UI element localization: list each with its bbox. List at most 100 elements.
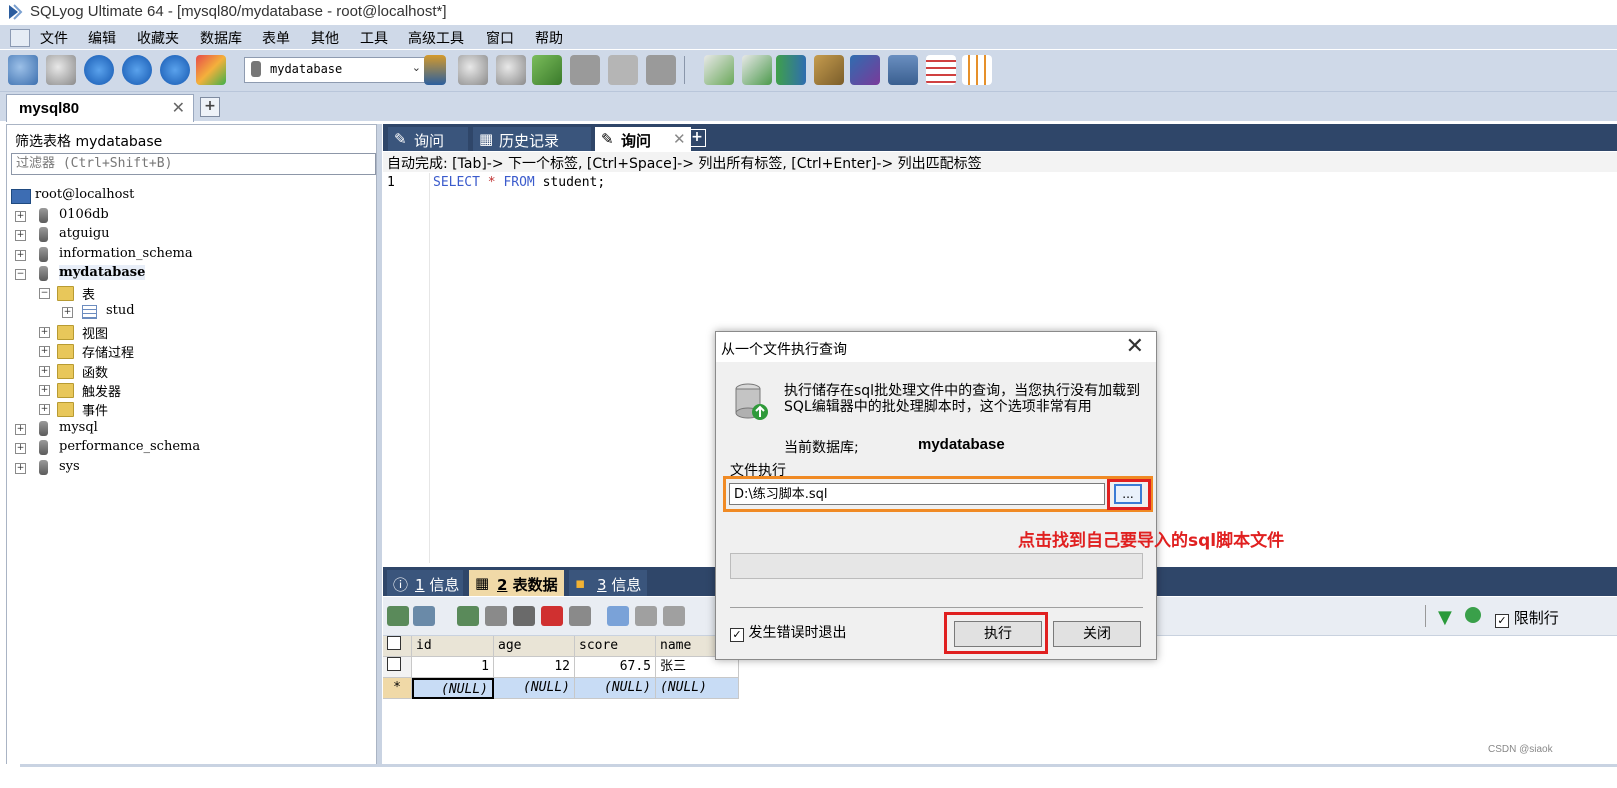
execute-edit-icon[interactable] xyxy=(160,55,190,85)
migration-icon[interactable] xyxy=(814,55,844,85)
add-query-tab-icon[interactable]: + xyxy=(688,129,706,147)
tab-messages-3[interactable]: ▪ 3 信息 xyxy=(569,570,647,596)
menu-help[interactable]: 帮助 xyxy=(535,28,563,48)
folder-icon xyxy=(57,286,74,301)
menu-favorites[interactable]: 收藏夹 xyxy=(137,28,179,48)
expand-icon[interactable]: + xyxy=(39,366,50,377)
tab-table-data[interactable]: ▦ 2 表数据 xyxy=(469,570,564,596)
menu-doc-icon[interactable] xyxy=(10,29,30,47)
collapse-icon[interactable]: − xyxy=(15,269,26,280)
form-view-icon[interactable] xyxy=(635,606,657,626)
connection-tab[interactable]: mysql80 ✕ xyxy=(6,94,194,122)
menu-bar: 文件 编辑 收藏夹 数据库 表单 其他 工具 高级工具 窗口 帮助 xyxy=(0,25,1617,49)
menu-database[interactable]: 数据库 xyxy=(200,28,242,48)
file-path-input[interactable]: D:\练习脚本.sql xyxy=(729,483,1105,505)
limit-rows-checkbox[interactable]: ✓ 限制行 xyxy=(1495,607,1559,628)
insert-row-icon[interactable] xyxy=(387,606,409,626)
restore-icon[interactable] xyxy=(496,55,526,85)
table-cell[interactable]: (NULL) xyxy=(656,678,739,699)
row-checkbox[interactable] xyxy=(383,657,412,678)
menu-table[interactable]: 表单 xyxy=(262,28,290,48)
menu-file[interactable]: 文件 xyxy=(40,28,68,48)
dialog-title-bar: 从一个文件执行查询 ✕ xyxy=(716,332,1156,362)
add-row-icon[interactable] xyxy=(457,606,479,626)
close-icon[interactable]: ✕ xyxy=(673,130,686,148)
expand-icon[interactable]: + xyxy=(62,307,73,318)
table-cell[interactable]: 67.5 xyxy=(575,657,656,678)
expand-icon[interactable]: + xyxy=(15,463,26,474)
menu-advanced-tools[interactable]: 高级工具 xyxy=(408,28,464,48)
close-icon[interactable]: ✕ xyxy=(172,98,185,117)
execute-button[interactable]: 执行 xyxy=(954,621,1042,647)
schema-designer-icon[interactable] xyxy=(962,55,992,85)
import-icon[interactable] xyxy=(532,55,562,85)
expand-icon[interactable]: + xyxy=(39,385,50,396)
notifications-icon[interactable] xyxy=(888,55,918,85)
table-cell[interactable]: 张三 xyxy=(656,657,739,678)
collapse-icon[interactable]: − xyxy=(39,288,50,299)
database-select[interactable]: mydatabase ⌄ xyxy=(244,57,428,83)
text-view-icon[interactable] xyxy=(646,55,676,85)
column-header-score[interactable]: score xyxy=(575,636,656,657)
tab-query-1[interactable]: ✎ 询问 xyxy=(388,127,468,151)
table-cell[interactable]: (NULL) xyxy=(494,678,575,699)
cancel-changes-icon[interactable] xyxy=(569,606,591,626)
column-header-age[interactable]: age xyxy=(494,636,575,657)
tab-query-active[interactable]: ✎ 询问 ✕ xyxy=(595,127,691,151)
query-builder-icon[interactable] xyxy=(926,55,956,85)
filter-icon[interactable]: ▼ xyxy=(1438,607,1452,628)
add-connection-icon[interactable]: + xyxy=(200,97,220,117)
text-view-icon[interactable] xyxy=(663,606,685,626)
execute-all-icon[interactable] xyxy=(122,55,152,85)
stop-icon[interactable] xyxy=(196,55,226,85)
table-view-icon[interactable] xyxy=(570,55,600,85)
stop-on-error-checkbox[interactable]: ✓ 发生错误时退出 xyxy=(730,622,846,642)
panel-splitter[interactable] xyxy=(377,124,382,764)
data-sync-icon[interactable] xyxy=(742,55,772,85)
filter-input[interactable]: 过滤器 (Ctrl+Shift+B) xyxy=(11,153,376,175)
menu-window[interactable]: 窗口 xyxy=(486,28,514,48)
save-icon[interactable] xyxy=(513,606,535,626)
expand-icon[interactable]: + xyxy=(15,250,26,261)
copy-row-icon[interactable] xyxy=(485,606,507,626)
tab-history[interactable]: ▦ 历史记录 xyxy=(473,127,591,151)
compare-icon[interactable] xyxy=(776,55,806,85)
refresh-icon[interactable] xyxy=(1465,607,1481,623)
expand-icon[interactable]: + xyxy=(15,230,26,241)
duplicate-row-icon[interactable] xyxy=(413,606,435,626)
scheduler-icon[interactable] xyxy=(850,55,880,85)
expand-icon[interactable]: + xyxy=(15,211,26,222)
tab-messages-1[interactable]: ⓘ 1 信息 xyxy=(387,570,463,596)
new-query-icon[interactable] xyxy=(46,55,76,85)
menu-other[interactable]: 其他 xyxy=(311,28,339,48)
expand-icon[interactable]: + xyxy=(39,327,50,338)
browse-button[interactable]: ... xyxy=(1114,484,1142,504)
table-cell[interactable]: 1 xyxy=(412,657,494,678)
new-connection-icon[interactable] xyxy=(8,55,38,85)
table-cell[interactable]: (NULL) xyxy=(412,678,494,699)
expand-icon[interactable]: + xyxy=(15,424,26,435)
table-cell[interactable]: 12 xyxy=(494,657,575,678)
close-button[interactable]: 关闭 xyxy=(1053,621,1141,647)
menu-edit[interactable]: 编辑 xyxy=(88,28,116,48)
backup-icon[interactable] xyxy=(458,55,488,85)
expand-icon[interactable]: + xyxy=(39,346,50,357)
user-manager-icon[interactable] xyxy=(424,55,446,85)
schema-sync-icon[interactable] xyxy=(704,55,734,85)
grid-view-icon[interactable] xyxy=(607,606,629,626)
close-icon[interactable]: ✕ xyxy=(1126,334,1144,359)
annotation-text: 点击找到自己要导入的sql脚本文件 xyxy=(1018,531,1285,551)
horizontal-scrollbar[interactable] xyxy=(0,764,1617,788)
form-view-icon[interactable] xyxy=(608,55,638,85)
table-cell[interactable]: (NULL) xyxy=(575,678,656,699)
expand-icon[interactable]: + xyxy=(15,443,26,454)
column-header-id[interactable]: id xyxy=(412,636,494,657)
delete-icon[interactable] xyxy=(541,606,563,626)
current-db-label: 当前数据库; xyxy=(784,440,859,456)
checkbox-icon: ✓ xyxy=(1495,614,1509,628)
menu-tools[interactable]: 工具 xyxy=(360,28,388,48)
code-line[interactable]: SELECT * FROM student; xyxy=(433,175,605,190)
expand-icon[interactable]: + xyxy=(39,404,50,415)
execute-query-icon[interactable] xyxy=(84,55,114,85)
select-all-checkbox[interactable] xyxy=(383,636,412,657)
